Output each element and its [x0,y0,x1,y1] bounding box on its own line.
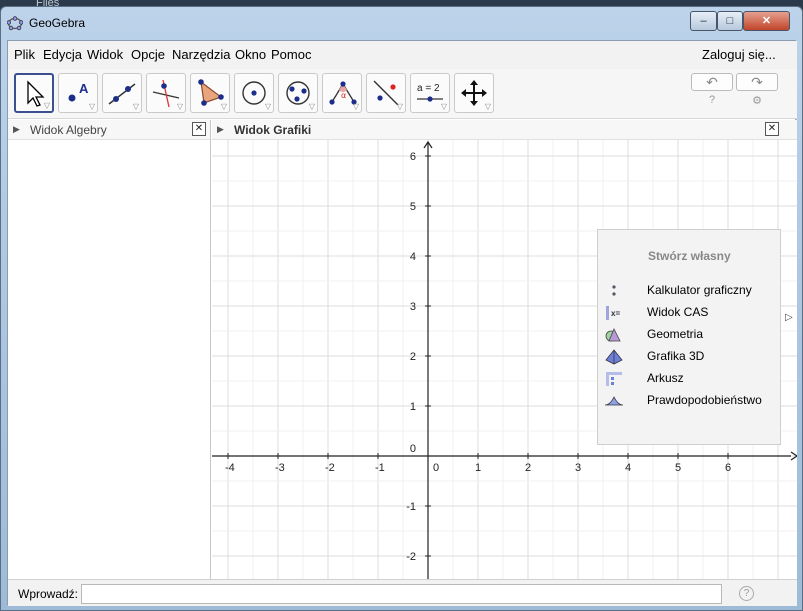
svg-text:x=: x= [611,309,620,318]
x-tick-label: -2 [325,462,335,474]
svg-text:α: α [341,91,346,100]
probability-icon [604,396,624,406]
line-tool-button[interactable]: ▽ [102,73,142,113]
toolbar-help-icon[interactable]: ? [702,94,722,106]
polygon-tool-button[interactable]: ▽ [190,73,230,113]
perspective-cas[interactable]: x= Widok CAS [602,303,778,323]
perspectives-toggle-icon[interactable]: ▷ [785,312,793,323]
menu-edycja[interactable]: Edycja [43,47,82,62]
x-tick-label: -4 [225,462,235,474]
y-axis-ticks: 6 5 4 3 2 1 0 -1 -2 [406,151,431,563]
algebra-view[interactable]: ▶ Widok Algebry ✕ [8,120,211,579]
graphics-3d-icon [605,349,623,365]
perspective-graphing-calculator[interactable]: Kalkulator graficzny [602,281,778,301]
y-tick-label: -2 [406,551,416,563]
x-tick-label: 6 [725,462,731,474]
perpendicular-line-tool-button[interactable]: ▽ [146,73,186,113]
x-tick-label: 2 [525,462,531,474]
undo-icon: ↶ [706,74,718,90]
menu-widok[interactable]: Widok [87,47,123,62]
menu-pomoc[interactable]: Pomoc [271,47,311,62]
cas-icon: x= [606,306,620,320]
menu-okno[interactable]: Okno [235,47,266,62]
toolbar: ▽ A ▽ ▽ ▽ ▽ ▽ ▽ α ▽ ▽ a = 2 ▽ ▽ ↶ ↷ ? ⚙ [8,69,797,119]
point-tool-button[interactable]: A ▽ [58,73,98,113]
perspective-graphics-3d[interactable]: Grafika 3D [602,347,778,367]
reflect-tool-button[interactable]: ▽ [366,73,406,113]
menu-narzedzia[interactable]: Narzędzia [172,47,231,62]
expand-arrow-icon[interactable]: ▶ [13,124,20,135]
graphics-view-close-icon[interactable]: ✕ [765,122,779,136]
x-tick-label: 3 [575,462,581,474]
slider-tool-button[interactable]: a = 2 ▽ [410,73,450,113]
perspective-label: Grafika 3D [647,349,705,363]
window-title: GeoGebra [29,16,86,30]
perspective-spreadsheet[interactable]: Arkusz [602,369,778,389]
perspective-label: Widok CAS [647,305,709,319]
graphics-view-title: Widok Grafiki [234,123,312,137]
y-tick-label: 4 [410,251,416,263]
perspective-label: Geometria [647,327,704,341]
login-link[interactable]: Zaloguj się... [702,47,776,62]
perspectives-panel: Stwórz własny Kalkulator graficzny x= Wi… [597,229,781,445]
x-tick-label: -3 [275,462,285,474]
settings-icon[interactable]: ⚙ [747,94,767,107]
graphing-calculator-icon [612,285,616,296]
close-button[interactable]: ✕ [743,11,790,31]
graphics-view[interactable]: ▶ Widok Grafiki ✕ -4 -3 -2 -1 0 1 2 3 4 5 6 6 5 4 3 2 1… [212,120,797,579]
redo-icon: ↷ [751,74,763,90]
input-bar: Wprowadź: ? [8,579,797,606]
y-tick-label: -1 [406,501,416,513]
input-help-icon[interactable]: ? [739,586,754,601]
y-tick-label: 5 [410,201,416,213]
perspective-label: Prawdopodobieństwo [647,393,762,407]
perspective-label: Kalkulator graficzny [647,283,752,297]
expand-arrow-icon[interactable]: ▶ [217,124,224,135]
input-label: Wprowadź: [18,587,79,601]
algebra-view-header: ▶ Widok Algebry ✕ [8,120,210,140]
angle-tool-button[interactable]: α ▽ [322,73,362,113]
geogebra-logo-icon [7,16,23,31]
geogebra-window: GeoGebra – □ ✕ Plik Edycja Widok Opcje N… [0,6,803,611]
perspective-geometry[interactable]: Geometria [602,325,778,345]
y-tick-label: 0 [410,443,416,455]
x-tick-label: 5 [675,462,681,474]
x-tick-label: -1 [375,462,385,474]
x-tick-label: 0 [433,462,439,474]
menu-bar: Plik Edycja Widok Opcje Narzędzia Okno P… [8,41,797,69]
y-tick-label: 1 [410,401,416,413]
y-tick-label: 6 [410,151,416,163]
algebra-view-close-icon[interactable]: ✕ [192,122,206,136]
svg-text:A: A [79,81,89,96]
move-graphics-tool-button[interactable]: ▽ [454,73,494,113]
menu-plik[interactable]: Plik [14,47,35,62]
y-tick-label: 3 [410,301,416,313]
y-tick-label: 2 [410,351,416,363]
undo-button[interactable]: ↶ [691,73,733,91]
x-tick-label: 1 [475,462,481,474]
perspective-label: Arkusz [647,371,684,385]
algebra-view-title: Widok Algebry [30,123,107,137]
move-tool-button[interactable]: ▽ [14,73,54,113]
redo-button[interactable]: ↷ [736,73,778,91]
slider-tool-text: a = 2 [417,83,440,94]
command-input[interactable] [81,584,722,604]
geometry-icon [605,328,621,342]
app-client-area: Plik Edycja Widok Opcje Narzędzia Okno P… [7,40,797,606]
conic-tool-button[interactable]: ▽ [278,73,318,113]
perspectives-title[interactable]: Stwórz własny [648,249,731,263]
graphics-view-header: ▶ Widok Grafiki ✕ [212,120,797,140]
perspective-probability[interactable]: Prawdopodobieństwo [602,391,778,411]
circle-tool-button[interactable]: ▽ [234,73,274,113]
minimize-button[interactable]: – [690,11,717,31]
x-tick-label: 4 [625,462,631,474]
maximize-button[interactable]: □ [717,11,743,31]
spreadsheet-icon [606,372,622,386]
menu-opcje[interactable]: Opcje [131,47,165,62]
title-bar[interactable]: GeoGebra – □ ✕ [1,7,802,37]
